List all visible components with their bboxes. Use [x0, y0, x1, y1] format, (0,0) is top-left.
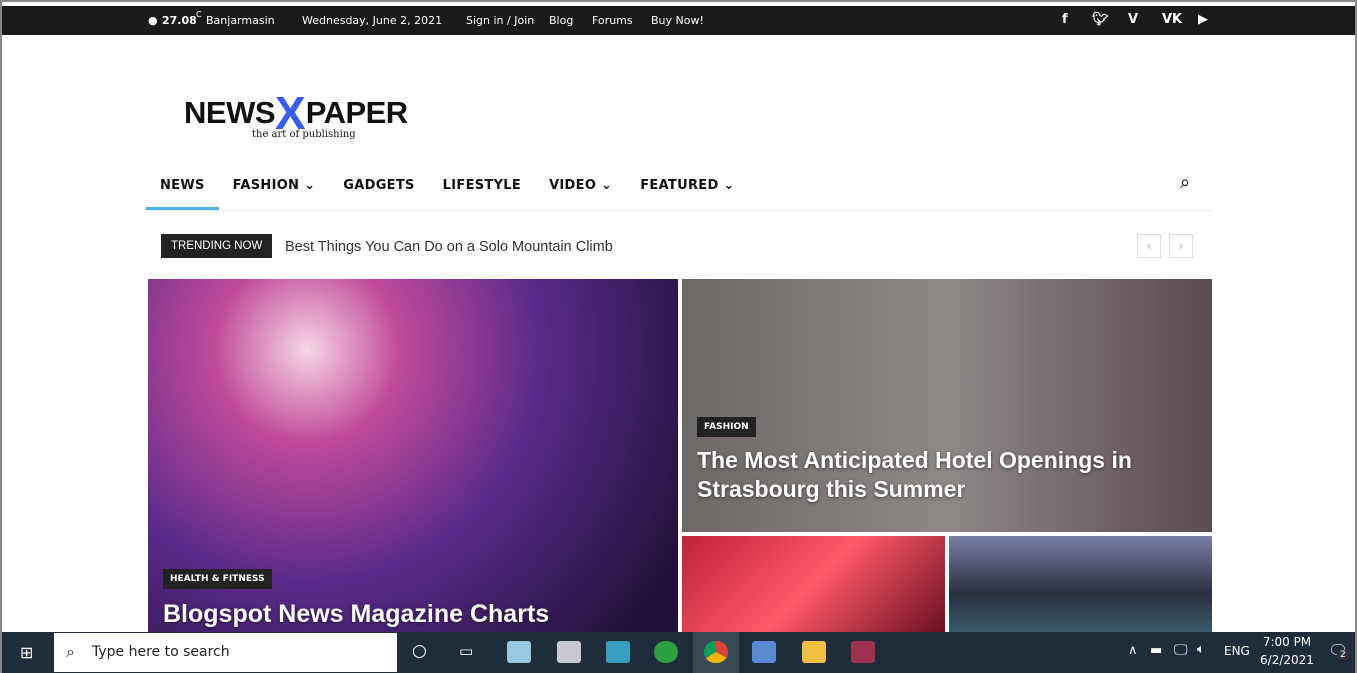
youtube-icon[interactable]: ▶ [1198, 12, 1208, 27]
date: Wednesday, June 2, 2021 [302, 14, 443, 27]
main-nav: NEWS FASHION ⌄ GADGETS LIFESTYLE VIDEO ⌄… [146, 170, 749, 210]
top-bar: ● 27.08 C Banjarmasin Wednesday, June 2,… [2, 6, 1355, 35]
city: Banjarmasin [206, 14, 275, 27]
file-explorer-icon[interactable] [802, 641, 826, 663]
nav-featured[interactable]: FEATURED ⌄ [626, 170, 748, 210]
nav-label: VIDEO [549, 178, 597, 193]
temperature: 27.08 [162, 14, 197, 27]
battery-icon[interactable]: ▬ [1150, 643, 1162, 658]
facebook-icon[interactable]: f [1062, 12, 1068, 27]
prev-arrow-icon[interactable]: ‹ [1137, 234, 1161, 258]
volume-icon[interactable]: 🔈︎ [1197, 642, 1205, 657]
location-icon: ● [148, 14, 158, 27]
search-icon: ⌕ [66, 642, 75, 661]
app-icon[interactable] [606, 641, 630, 663]
trending-headline[interactable]: Best Things You Can Do on a Solo Mountai… [285, 239, 613, 255]
app-icon[interactable] [752, 641, 776, 663]
chevron-down-icon: ⌄ [601, 178, 613, 193]
featured-card-3[interactable] [682, 536, 945, 632]
nav-label: FASHION [232, 178, 300, 193]
taskbar: ⊞ ⌕ Type here to search ○ ▭ ∧ ▬ 🖵︎ 🔈︎ EN… [2, 632, 1355, 673]
nav-fashion[interactable]: FASHION ⌄ [219, 170, 330, 210]
logo-paper: PAPER [305, 95, 409, 130]
featured-card-4[interactable] [949, 536, 1212, 632]
app-icon[interactable] [507, 641, 531, 663]
buy-now-link[interactable]: Buy Now! [651, 14, 704, 27]
nav-lifestyle[interactable]: LIFESTYLE [429, 170, 535, 210]
trending-label: TRENDING NOW [161, 234, 273, 258]
search-placeholder: Type here to search [92, 644, 230, 660]
nav-divider [146, 210, 1212, 211]
clock-time: 7:00 PM [1262, 635, 1312, 649]
task-view-icon[interactable]: ▭ [459, 642, 473, 660]
twitter-icon[interactable]: 🐦︎ [1092, 12, 1109, 27]
temp-unit: C [196, 10, 202, 19]
tagline: the art of publishing [252, 129, 356, 140]
nav-news[interactable]: NEWS [146, 170, 219, 210]
nav-gadgets[interactable]: GADGETS [329, 170, 428, 210]
nav-label: FEATURED [640, 178, 719, 193]
search-icon[interactable]: ⌕ [1180, 172, 1190, 193]
sign-in-link[interactable]: Sign in / Join [466, 14, 534, 27]
clock[interactable]: 7:00 PM 6/2/2021 [1260, 635, 1314, 667]
blog-link[interactable]: Blog [549, 14, 573, 27]
card-title[interactable]: Blogspot News Magazine Charts [163, 599, 663, 629]
chevron-down-icon: ⌄ [304, 178, 316, 193]
app-icon[interactable] [654, 641, 678, 663]
cortana-icon[interactable]: ○ [412, 641, 427, 661]
notification-icon[interactable]: 🗨︎2 [1328, 641, 1349, 660]
vk-icon[interactable]: VK [1162, 12, 1182, 27]
chrome-icon [704, 641, 728, 663]
chevron-down-icon: ⌄ [723, 178, 735, 193]
featured-card-2[interactable]: FASHION The Most Anticipated Hotel Openi… [682, 279, 1212, 532]
next-arrow-icon[interactable]: › [1169, 234, 1193, 258]
featured-card-main[interactable]: HEALTH & FITNESS Blogspot News Magazine … [148, 279, 678, 632]
card-title[interactable]: The Most Anticipated Hotel Openings in S… [697, 446, 1167, 504]
taskbar-search-input[interactable]: ⌕ Type here to search [54, 633, 397, 672]
category-badge[interactable]: HEALTH & FITNESS [163, 569, 272, 589]
notification-count: 2 [1337, 650, 1349, 660]
chevron-up-icon[interactable]: ∧ [1128, 643, 1138, 658]
vimeo-icon[interactable]: V [1128, 12, 1138, 27]
language-indicator[interactable]: ENG [1224, 644, 1250, 658]
chrome-app[interactable] [693, 632, 739, 673]
logo-news: NEWS [184, 95, 276, 130]
app-icon[interactable] [557, 641, 581, 663]
nav-video[interactable]: VIDEO ⌄ [535, 170, 626, 210]
network-icon[interactable]: 🖵︎ [1174, 642, 1188, 658]
windows-start-icon[interactable]: ⊞ [20, 643, 33, 662]
category-badge[interactable]: FASHION [697, 417, 756, 437]
winrar-icon[interactable] [851, 641, 875, 663]
clock-date: 6/2/2021 [1260, 653, 1314, 667]
forums-link[interactable]: Forums [592, 14, 633, 27]
